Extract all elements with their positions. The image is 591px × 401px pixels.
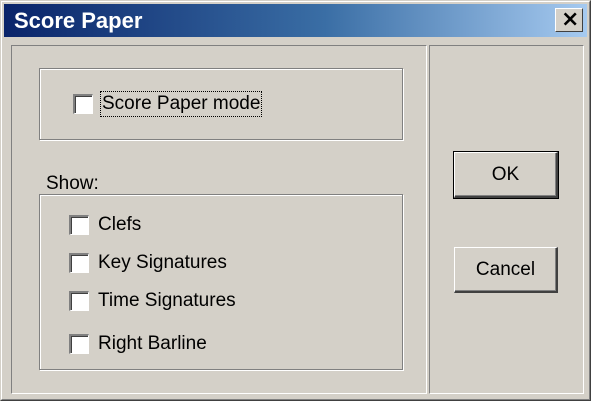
right-barline-checkbox[interactable] [69,334,89,354]
clefs-label[interactable]: Clefs [98,214,141,236]
time-signatures-label[interactable]: Time Signatures [98,290,236,312]
ok-button[interactable]: OK [453,151,559,199]
clefs-checkbox[interactable] [69,215,89,235]
score-paper-dialog: Score Paper × Score Paper mode Show: Cle… [0,0,591,401]
key-signatures-label[interactable]: Key Signatures [98,252,227,274]
show-label: Show: [46,173,99,194]
key-signatures-checkbox[interactable] [69,253,89,273]
close-button[interactable]: × [555,8,583,32]
buttons-panel [429,45,584,394]
score-paper-mode-label[interactable]: Score Paper mode [99,91,263,117]
score-paper-mode-checkbox[interactable] [73,94,93,114]
cancel-button[interactable]: Cancel [454,247,558,293]
window-title: Score Paper [14,8,143,33]
title-bar[interactable]: Score Paper × [4,4,587,37]
show-groupbox [39,194,403,370]
close-icon: × [561,7,580,32]
time-signatures-checkbox[interactable] [69,291,89,311]
right-barline-label[interactable]: Right Barline [98,333,207,355]
